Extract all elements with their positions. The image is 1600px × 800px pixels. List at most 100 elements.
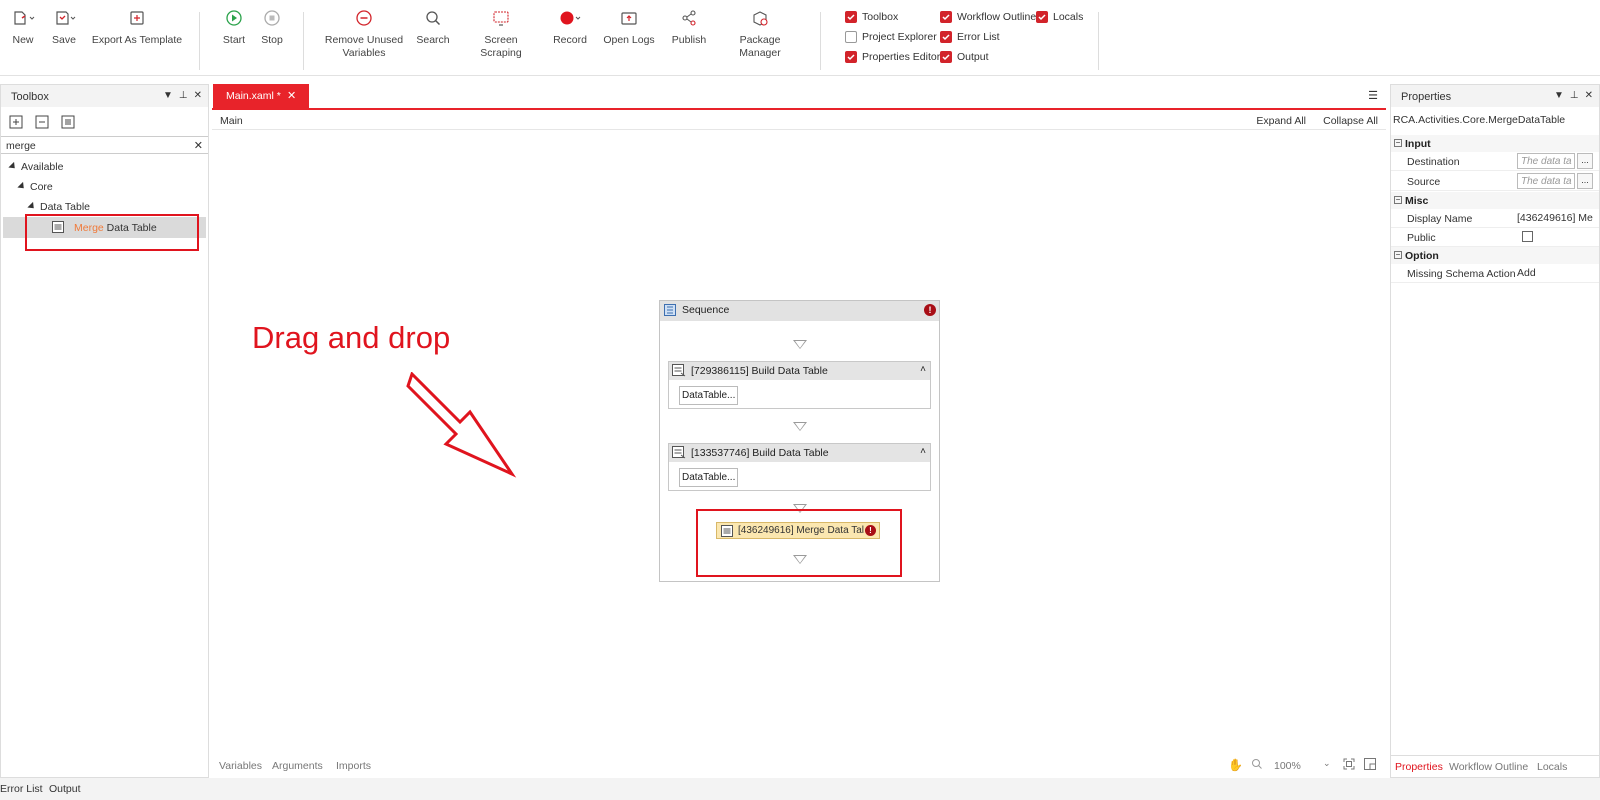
remove-unused-variables-button[interactable]: Remove Unused Variables	[323, 8, 405, 60]
activity-header: [133537746] Build Data Table ˄	[669, 444, 930, 462]
missing-schema-action-value[interactable]: Add	[1517, 267, 1593, 279]
stop-label: Stop	[261, 34, 283, 46]
clear-search-icon[interactable]: ✕	[194, 139, 203, 152]
dropdown-arrow-icon[interactable]: ▼	[163, 90, 173, 101]
property-public: Public	[1391, 228, 1599, 247]
tree-node-available[interactable]: Available	[8, 161, 64, 173]
collapse-chevron-icon[interactable]: ˄	[920, 364, 926, 375]
close-tab-icon[interactable]: ✕	[287, 89, 296, 102]
stop-button[interactable]: Stop	[257, 8, 287, 47]
share-icon	[667, 8, 711, 30]
workflow-outline-checkbox[interactable]: Workflow Outline	[940, 9, 1036, 25]
build-data-table-activity-2[interactable]: [133537746] Build Data Table ˄ DataTable…	[668, 443, 931, 491]
expand-all-link[interactable]: Expand All	[1256, 115, 1306, 127]
play-icon	[219, 8, 249, 30]
properties-panel: Properties ▼ ⊥ ✕ RCA.Activities.Core.Mer…	[1390, 84, 1600, 778]
breadcrumb[interactable]: Main	[220, 115, 243, 127]
tab-locals[interactable]: Locals	[1537, 761, 1567, 773]
open-logs-button[interactable]: Open Logs	[600, 8, 658, 47]
fit-to-screen-icon[interactable]	[1343, 758, 1355, 773]
collapse-group-icon[interactable]: −	[1394, 196, 1402, 204]
toolbox-search-box[interactable]: merge ✕	[1, 136, 208, 154]
collapse-chevron-icon[interactable]: ˄	[920, 446, 926, 457]
display-name-input[interactable]: [436249616] Mer	[1517, 212, 1593, 224]
tree-node-data-table[interactable]: Data Table	[27, 201, 90, 213]
error-list-checkbox[interactable]: Error List	[940, 29, 1000, 45]
drop-target-arrow[interactable]	[793, 340, 807, 349]
dropdown-arrow-icon[interactable]: ▼	[1554, 90, 1564, 101]
collapse-all-link[interactable]: Collapse All	[1323, 115, 1378, 127]
checkmark-icon	[845, 51, 857, 63]
pan-hand-icon[interactable]: ✋	[1228, 758, 1243, 772]
properties-editor-checkbox[interactable]: Properties Editor	[845, 49, 940, 65]
ribbon-toolbar: New Save Export As Template Start Stop R…	[0, 0, 1600, 76]
tab-main-xaml[interactable]: Main.xaml * ✕	[213, 84, 309, 108]
group-input[interactable]: − Input	[1391, 135, 1599, 152]
highlight-box-toolbox-item	[25, 214, 199, 251]
close-icon[interactable]: ✕	[194, 90, 202, 101]
save-label: Save	[52, 34, 76, 46]
tab-menu-icon[interactable]: ☰	[1368, 89, 1378, 102]
tab-workflow-outline[interactable]: Workflow Outline	[1449, 761, 1528, 773]
new-label: New	[12, 34, 34, 46]
error-icon[interactable]: !	[924, 304, 936, 316]
screen-scraping-label: Screen Scraping	[480, 34, 522, 59]
source-input[interactable]: The data ta	[1517, 173, 1575, 189]
group-misc[interactable]: − Misc	[1391, 192, 1599, 209]
list-icon[interactable]	[61, 115, 75, 132]
new-file-icon	[8, 8, 38, 30]
zoom-icon[interactable]	[1251, 758, 1263, 773]
activity-title: [729386115] Build Data Table	[691, 365, 828, 377]
public-checkbox[interactable]	[1522, 231, 1533, 242]
new-button[interactable]: New	[8, 8, 38, 47]
start-button[interactable]: Start	[219, 8, 249, 47]
close-icon[interactable]: ✕	[1585, 90, 1593, 101]
collapse-icon[interactable]	[35, 115, 49, 132]
overview-map-icon[interactable]	[1364, 758, 1376, 773]
search-button[interactable]: Search	[413, 8, 453, 47]
tree-node-core[interactable]: Core	[17, 181, 53, 193]
tab-imports[interactable]: Imports	[336, 760, 371, 772]
toolbox-search-input[interactable]: merge	[6, 140, 36, 152]
project-explorer-checkbox-label: Project Explorer	[862, 31, 937, 43]
tab-variables[interactable]: Variables	[219, 760, 262, 772]
locals-checkbox[interactable]: Locals	[1036, 9, 1083, 25]
collapse-group-icon[interactable]: −	[1394, 139, 1402, 147]
drop-target-arrow[interactable]	[793, 422, 807, 431]
package-icon	[718, 8, 802, 30]
expanded-triangle-icon	[27, 201, 37, 212]
tab-error-list[interactable]: Error List	[0, 783, 43, 795]
tree-label: Available	[21, 161, 64, 173]
toolbox-title-bar: Toolbox ▼ ⊥ ✕	[1, 85, 208, 107]
datatable-button[interactable]: DataTable...	[679, 386, 739, 405]
property-label: Missing Schema Action	[1407, 268, 1516, 280]
zoom-level[interactable]: 100%	[1274, 760, 1301, 772]
ellipsis-button[interactable]: ...	[1577, 173, 1593, 189]
collapse-group-icon[interactable]: −	[1394, 251, 1402, 259]
expand-icon[interactable]	[9, 115, 23, 132]
tab-properties[interactable]: Properties	[1395, 761, 1443, 773]
project-explorer-checkbox[interactable]: Project Explorer	[845, 29, 937, 45]
tab-output[interactable]: Output	[49, 783, 81, 795]
pin-icon[interactable]: ⊥	[179, 90, 188, 101]
property-label: Public	[1407, 232, 1436, 244]
datatable-button[interactable]: DataTable...	[679, 468, 739, 487]
tab-arguments[interactable]: Arguments	[272, 760, 323, 772]
package-manager-button[interactable]: Package Manager	[718, 8, 802, 60]
screen-scraping-button[interactable]: Screen Scraping	[463, 8, 539, 60]
record-button[interactable]: Record	[551, 8, 589, 47]
export-template-button[interactable]: Export As Template	[91, 8, 183, 47]
ellipsis-button[interactable]: ...	[1577, 153, 1593, 169]
build-data-table-icon	[672, 446, 686, 462]
pin-icon[interactable]: ⊥	[1570, 90, 1579, 101]
destination-input[interactable]: The data ta	[1517, 153, 1575, 169]
zoom-dropdown-icon[interactable]: ⌄	[1323, 758, 1331, 769]
publish-button[interactable]: Publish	[667, 8, 711, 47]
toolbox-checkbox[interactable]: Toolbox	[845, 9, 898, 25]
remove-circle-icon	[323, 8, 405, 30]
build-data-table-activity-1[interactable]: [729386115] Build Data Table ˄ DataTable…	[668, 361, 931, 409]
save-button[interactable]: Save	[48, 8, 80, 47]
group-option[interactable]: − Option	[1391, 247, 1599, 264]
output-checkbox[interactable]: Output	[940, 49, 989, 65]
property-missing-schema-action: Missing Schema Action Add	[1391, 264, 1599, 283]
